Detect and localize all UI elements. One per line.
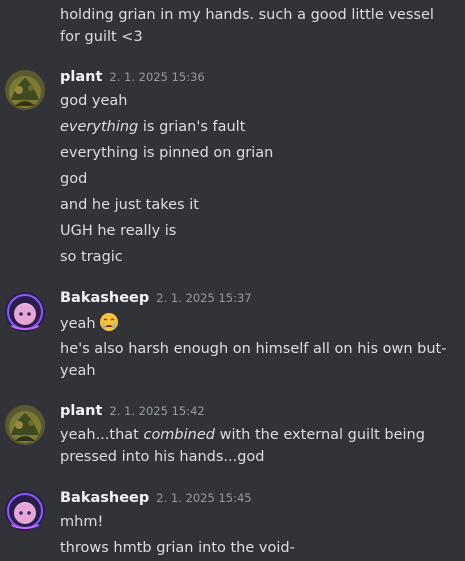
italic-text: everything [60,119,139,135]
message-text: yeah...that combined with the external g… [60,424,450,468]
message-text: throws hmtb grian into the void- [60,540,295,556]
chat-message-list: holding grian in my hands. such a good l… [0,0,465,561]
message-text-pre: yeah...that [60,427,144,443]
message-text: everything is grian's fault [60,116,245,138]
message-text: UGH he really is [60,223,177,239]
timestamp[interactable]: 2. 1. 2025 15:45 [156,491,251,505]
timestamp[interactable]: 2. 1. 2025 15:42 [109,404,204,418]
username[interactable]: plant [60,403,102,419]
message-text: so tragic [60,249,123,265]
message-header: plant 2. 1. 2025 15:42 [60,403,205,423]
message-text: yeah [60,312,119,339]
message-text-content: yeah [60,316,96,332]
avatar[interactable] [5,405,45,445]
italic-text: combined [143,427,215,443]
message-text: holding grian in my hands. such a good l… [60,7,434,45]
avatar[interactable] [5,70,45,110]
username[interactable]: plant [60,69,102,85]
username[interactable]: Bakasheep [60,290,149,306]
timestamp[interactable]: 2. 1. 2025 15:37 [156,291,251,305]
message-text: god yeah [60,93,128,109]
message-text-rest: is grian's fault [142,119,246,135]
message-text: he's also harsh enough on himself all on… [60,341,447,379]
username[interactable]: Bakasheep [60,490,149,506]
avatar[interactable] [5,491,45,531]
message-header: Bakasheep 2. 1. 2025 15:45 [60,490,252,510]
message-text: god [60,171,88,187]
avatar-bakasheep-icon [5,491,45,531]
message-text: and he just takes it [60,197,199,213]
avatar[interactable] [5,292,45,332]
message-header: Bakasheep 2. 1. 2025 15:37 [60,290,252,310]
message-text: mhm! [60,514,104,530]
crying-face-icon [99,312,119,339]
message-text: everything is pinned on grian [60,145,274,161]
avatar-plant-icon [5,405,45,445]
timestamp[interactable]: 2. 1. 2025 15:36 [109,70,204,84]
avatar-bakasheep-icon [5,292,45,332]
message-header: plant 2. 1. 2025 15:36 [60,69,205,89]
avatar-plant-icon [5,70,45,110]
